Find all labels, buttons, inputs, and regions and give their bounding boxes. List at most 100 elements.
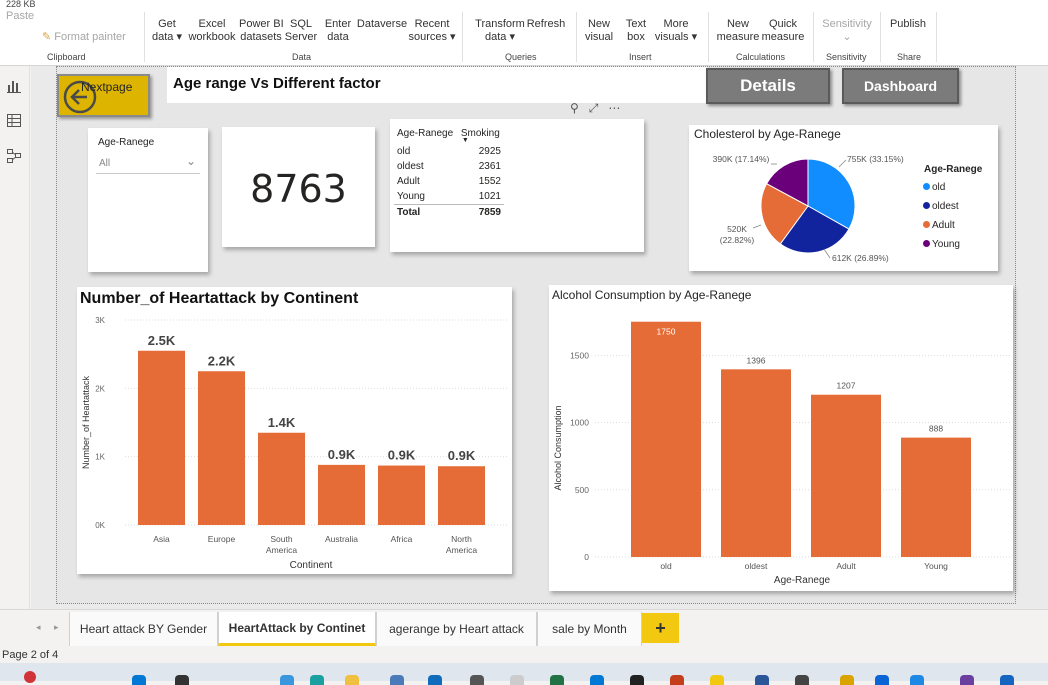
x-tick-label: Asia [153, 534, 170, 544]
legend-label: oldest [932, 201, 959, 212]
format-painter-button[interactable]: ✎ Format painter [42, 31, 126, 44]
publish-button[interactable]: Publish [886, 18, 930, 31]
sensitivity-button[interactable]: Sensitivity ⌄ [818, 18, 876, 44]
model-view-icon[interactable] [5, 148, 23, 164]
notification-badge-icon[interactable] [24, 671, 36, 683]
slicer-value: All [99, 158, 111, 169]
more-options-icon[interactable]: ⋯ [608, 101, 620, 115]
legend-item[interactable]: old [923, 178, 960, 197]
col-header-smoking[interactable]: Smoking ▼ [458, 122, 504, 145]
more-visuals-button[interactable]: More visuals ▾ [654, 18, 698, 44]
app-icon[interactable] [1000, 675, 1014, 685]
table-view-icon[interactable] [5, 112, 23, 128]
dataverse-button[interactable]: Dataverse [356, 18, 408, 31]
alcohol-chart-card: Alcohol Consumption by Age-Ranege 0 500 10… [549, 285, 1013, 591]
legend-item[interactable]: oldest [923, 197, 960, 216]
tab-heartattack-by-continet[interactable]: HeartAttack by Continet [218, 612, 376, 646]
x-axis-title: Age-Ranege [774, 575, 831, 586]
excel-icon[interactable] [550, 675, 564, 685]
kpi-value: 8763 [250, 167, 347, 211]
pie-legend-title: Age-Ranege [924, 164, 983, 175]
app-icon[interactable] [310, 675, 324, 685]
alcohol-bar-chart: 0 500 1000 1500 Alcohol Consumption 1750 old 13… [553, 321, 1011, 586]
bar [721, 369, 791, 557]
x-tick-label: America [266, 545, 297, 555]
tab-sale-by-month[interactable]: sale by Month [537, 612, 642, 646]
folder-icon[interactable] [345, 675, 359, 685]
nextpage-button[interactable]: Nextpage [57, 74, 150, 117]
legend-item[interactable]: Adult [923, 216, 960, 235]
app-icon[interactable] [428, 675, 442, 685]
app-icon[interactable] [840, 675, 854, 685]
table-total-label: Total [397, 207, 421, 218]
app-icon[interactable] [670, 675, 684, 685]
excel-workbook-button[interactable]: Excel workbook [186, 18, 238, 44]
col-header-age[interactable]: Age-Ranege [394, 122, 458, 144]
app-icon[interactable] [280, 675, 294, 685]
app-icon[interactable] [960, 675, 974, 685]
get-data-button[interactable]: Get data ▾ [150, 18, 184, 44]
bar-data-label: 0.9K [328, 447, 356, 462]
view-switcher [0, 66, 30, 609]
paste-button[interactable]: Paste [6, 10, 34, 23]
enter-data-button[interactable]: Enter data [322, 18, 354, 44]
search-icon[interactable] [175, 675, 189, 685]
bar-data-label: 1396 [747, 355, 766, 365]
table-cell: 1552 [478, 176, 501, 187]
start-icon[interactable] [132, 675, 146, 685]
y-tick-label: 1K [95, 453, 105, 462]
x-tick-label: old [660, 561, 672, 571]
report-view-icon[interactable] [5, 78, 23, 94]
refresh-button[interactable]: Refresh [526, 18, 566, 31]
tab-heart-attack-by-gender[interactable]: Heart attack BY Gender [69, 612, 218, 646]
app-icon[interactable] [630, 675, 644, 685]
dashboard-button[interactable]: Dashboard [842, 68, 959, 104]
legend-dot-icon [923, 240, 930, 247]
quick-measure-button[interactable]: Quick measure [760, 18, 806, 44]
pie-data-label: 390K (17.14%) [713, 154, 770, 164]
y-tick-label: 0K [95, 521, 105, 530]
legend-item[interactable]: Young [923, 235, 960, 254]
app-icon[interactable] [590, 675, 604, 685]
app-icon[interactable] [510, 675, 524, 685]
details-button[interactable]: Details [706, 68, 830, 104]
app-icon[interactable] [795, 675, 809, 685]
sql-server-button[interactable]: SQL Server [284, 18, 318, 44]
app-icon[interactable] [755, 675, 769, 685]
tab-agerange-by-heart-attack[interactable]: agerange by Heart attack [376, 612, 537, 646]
file-size-text: 228 KB [0, 0, 1048, 10]
y-tick-label: 1500 [570, 350, 589, 360]
bar-data-label: 2.5K [148, 333, 176, 348]
legend-dot-icon [923, 202, 930, 209]
app-icon[interactable] [875, 675, 889, 685]
add-page-button[interactable]: + [642, 613, 679, 643]
recent-sources-button[interactable]: Recent sources ▾ [408, 18, 456, 44]
transform-data-button[interactable]: Transform data ▾ [472, 18, 528, 44]
ribbon: Paste ✎ Format painter Clipboard Get data… [0, 10, 1048, 66]
focus-mode-icon[interactable]: ⤢ [589, 101, 599, 116]
visual-header: ⚲ ⤢ ⋯ [570, 100, 642, 116]
powerbi-icon[interactable] [710, 675, 724, 685]
app-icon[interactable] [470, 675, 484, 685]
x-tick-label: oldest [745, 561, 768, 571]
scroll-left-icon[interactable]: ◂ [36, 622, 41, 633]
pie-data-label: (22.82%) [720, 235, 755, 245]
app-icon[interactable] [390, 675, 404, 685]
table-cell: 2361 [478, 161, 501, 172]
scroll-right-icon[interactable]: ▸ [54, 622, 59, 633]
bar [198, 371, 245, 525]
slicer-dropdown[interactable]: All ⌄ [96, 154, 200, 174]
powerbi-datasets-button[interactable]: Power BI datasets [239, 18, 284, 44]
nextpage-label: Nextpage [81, 80, 133, 94]
new-measure-button[interactable]: New measure [715, 18, 761, 44]
smoking-table: Age-Ranege Smoking ▼ old 2925 oldest 2361 A… [390, 119, 644, 252]
cholesterol-pie-card: Cholesterol by Age-Ranege 755K (33.15%) 6… [689, 125, 998, 271]
y-tick-label: 1000 [570, 418, 589, 428]
slicer-title: Age-Ranege [98, 137, 155, 148]
new-visual-button[interactable]: New visual [582, 18, 616, 44]
x-tick-label: Young [924, 561, 948, 571]
filter-icon[interactable]: ⚲ [570, 101, 579, 115]
app-icon[interactable] [910, 675, 924, 685]
text-box-button[interactable]: Text box [622, 18, 650, 44]
pie-data-label: 520K [727, 224, 747, 234]
